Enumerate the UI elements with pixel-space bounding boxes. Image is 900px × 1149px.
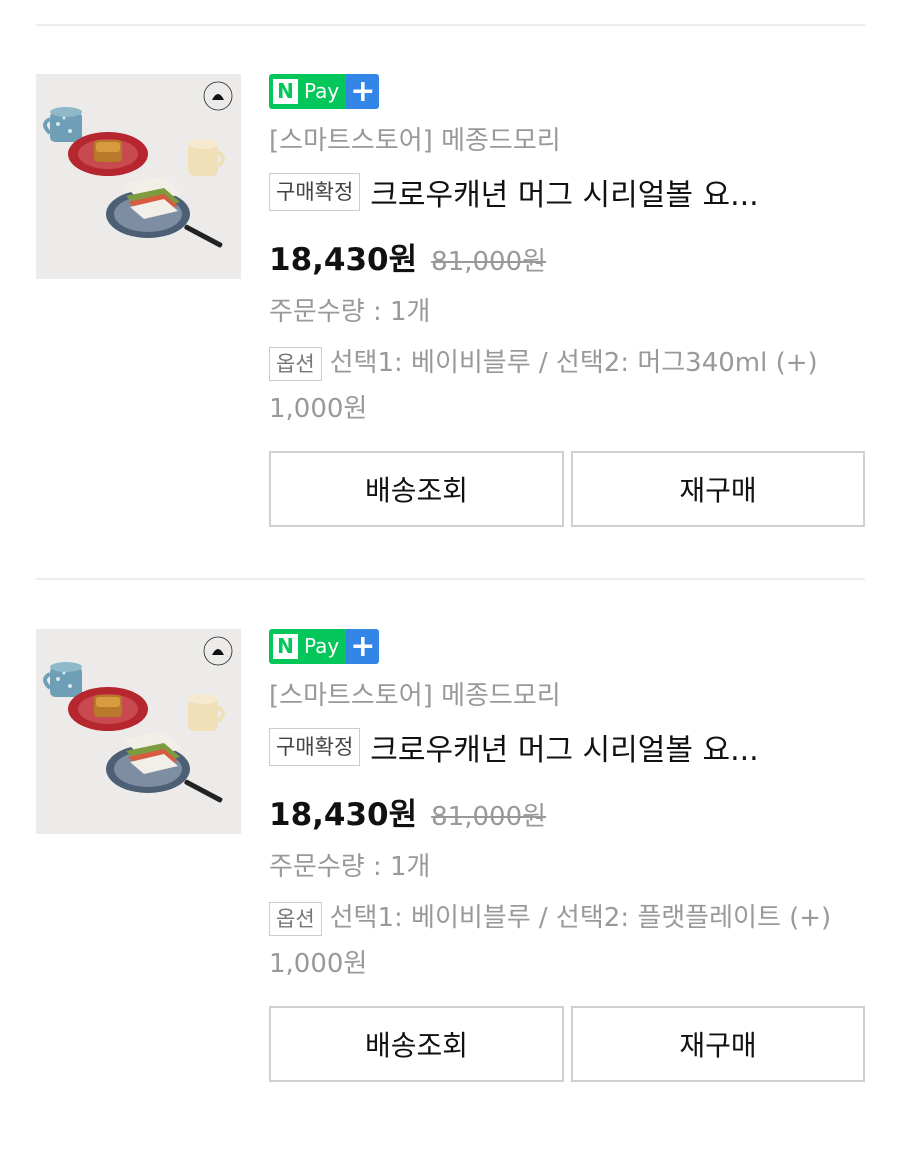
product-title[interactable]: 크로우캐년 머그 시리얼볼 요... [370,170,835,214]
product-thumbnail[interactable] [36,74,241,279]
order-item: N Pay + [스마트스토어] 메종드모리 구매확정 크로우캐년 머그 시리얼… [0,74,900,594]
status-badge: 구매확정 [269,173,361,211]
original-price: 81,000원 [431,802,547,832]
order-quantity: 주문수량 : 1개 [269,852,431,882]
original-price: 81,000원 [431,247,547,277]
option-text: 선택1: 베이비블루 / 선택2: 플랫플레이트 (+) 1,000원 [269,903,832,979]
npay-n-icon: N [273,634,298,659]
npay-n-icon: N [273,79,298,104]
npay-green-badge: N Pay [269,629,347,664]
npay-green-badge: N Pay [269,74,347,109]
blue-mug-shape [43,662,82,697]
blue-mug-shape [43,107,82,142]
plus-icon: + [346,74,380,109]
order-item: N Pay + [스마트스토어] 메종드모리 구매확정 크로우캐년 머그 시리얼… [0,629,900,1149]
option-row: 옵션 선택1: 베이비블루 / 선택2: 머그340ml (+) 1,000원 [269,340,869,432]
npay-label: Pay [304,634,340,658]
npay-plus-badge: N Pay + [269,74,380,109]
price-row: 18,430원 81,000원 [269,789,546,834]
rebuy-button[interactable]: 재구매 [571,1006,865,1082]
section-divider [36,578,865,580]
status-badge: 구매확정 [269,728,361,766]
option-badge: 옵션 [269,346,322,381]
npay-label: Pay [304,79,340,103]
store-name[interactable]: [스마트스토어] 메종드모리 [269,120,561,157]
sale-price: 18,430원 [269,242,418,278]
rebuy-button[interactable]: 재구매 [571,451,865,527]
store-name[interactable]: [스마트스토어] 메종드모리 [269,675,561,712]
product-image [36,629,241,834]
product-thumbnail[interactable] [36,629,241,834]
track-delivery-button[interactable]: 배송조회 [269,451,564,527]
option-text: 선택1: 베이비블루 / 선택2: 머그340ml (+) 1,000원 [269,348,818,424]
top-divider [36,24,865,26]
product-title[interactable]: 크로우캐년 머그 시리얼볼 요... [370,725,835,769]
title-row: 구매확정 크로우캐년 머그 시리얼볼 요... [269,170,835,214]
npay-plus-badge: N Pay + [269,629,380,664]
title-row: 구매확정 크로우캐년 머그 시리얼볼 요... [269,725,835,769]
order-quantity: 주문수량 : 1개 [269,297,431,327]
plus-icon: + [346,629,380,664]
sale-price: 18,430원 [269,797,418,833]
price-row: 18,430원 81,000원 [269,234,546,279]
option-row: 옵션 선택1: 베이비블루 / 선택2: 플랫플레이트 (+) 1,000원 [269,895,869,987]
option-badge: 옵션 [269,901,322,936]
product-image [36,74,241,279]
track-delivery-button[interactable]: 배송조회 [269,1006,564,1082]
